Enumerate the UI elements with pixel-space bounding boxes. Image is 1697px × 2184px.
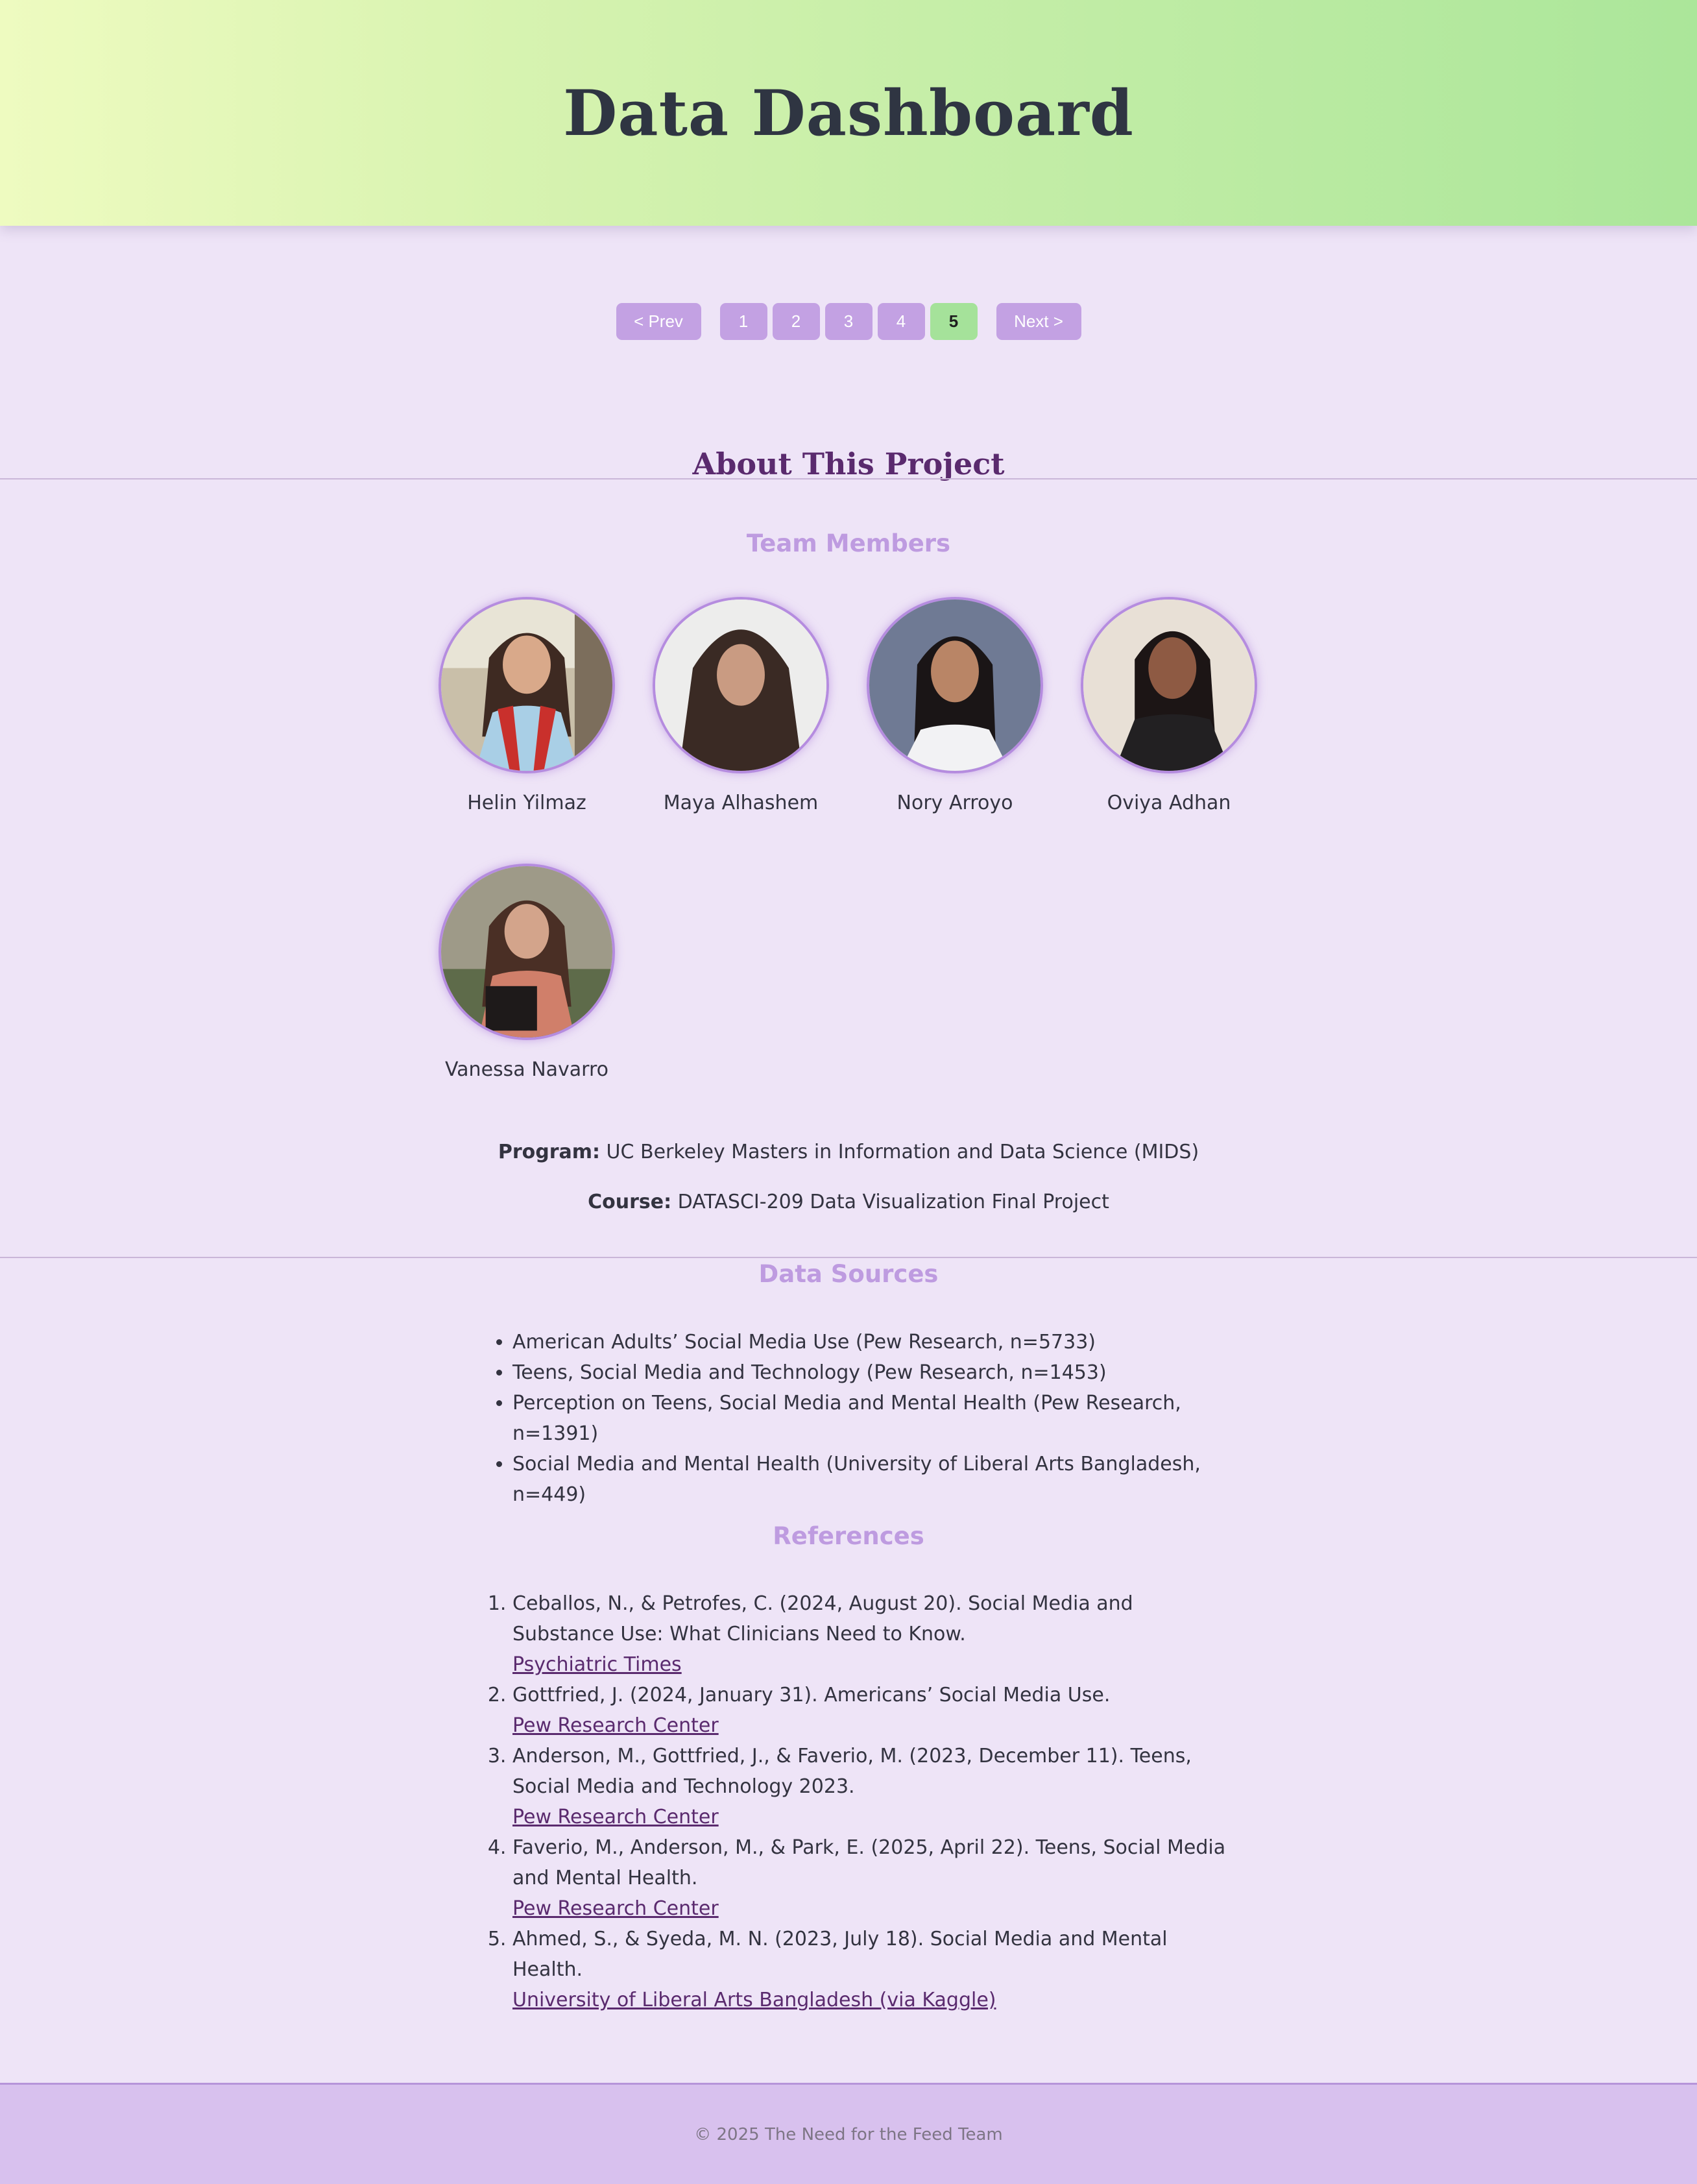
data-sources-list: American Adults’ Social Media Use (Pew R… <box>512 1327 1226 1510</box>
references-list: Ceballos, N., & Petrofes, C. (2024, Augu… <box>512 1588 1226 2015</box>
reference-link[interactable]: Pew Research Center <box>512 1710 719 1741</box>
member-name: Vanessa Navarro <box>444 1058 609 1081</box>
about-heading: About This Project <box>692 446 1005 481</box>
course-line: Course: DATASCI-209 Data Visualization F… <box>0 1191 1697 1213</box>
avatar <box>439 864 615 1040</box>
member-name: Oviya Adhan <box>1107 792 1231 814</box>
team-member-card: Helin Yilmaz <box>420 597 634 814</box>
avatar <box>1081 597 1257 773</box>
program-value: UC Berkeley Masters in Information and D… <box>606 1141 1199 1163</box>
list-item: Social Media and Mental Health (Universi… <box>512 1449 1226 1510</box>
next-page-button[interactable]: Next > <box>996 303 1081 340</box>
reference-text: Anderson, M., Gottfried, J., & Faverio, … <box>512 1745 1192 1798</box>
team-member-card: Nory Arroyo <box>848 597 1062 814</box>
references-heading: References <box>773 1522 924 1550</box>
course-label: Course: <box>588 1191 672 1213</box>
member-name: Maya Alhashem <box>663 792 819 814</box>
list-item: Ceballos, N., & Petrofes, C. (2024, Augu… <box>512 1588 1226 1680</box>
avatar <box>867 597 1043 773</box>
reference-text: Gottfried, J. (2024, January 31). Americ… <box>512 1684 1111 1706</box>
member-name: Nory Arroyo <box>897 792 1013 814</box>
avatar <box>653 597 829 773</box>
list-item: Faverio, M., Anderson, M., & Park, E. (2… <box>512 1832 1226 1924</box>
reference-text: Ahmed, S., & Syeda, M. N. (2023, July 18… <box>512 1928 1168 1981</box>
page-footer: © 2025 The Need for the Feed Team <box>0 2083 1697 2184</box>
team-member-card: Maya Alhashem <box>634 597 848 814</box>
page-title: Data Dashboard <box>563 76 1134 150</box>
list-item: Teens, Social Media and Technology (Pew … <box>512 1357 1226 1388</box>
divider <box>0 1257 1697 1258</box>
list-item: Ahmed, S., & Syeda, M. N. (2023, July 18… <box>512 1924 1226 2015</box>
reference-link[interactable]: Pew Research Center <box>512 1893 719 1924</box>
reference-text: Ceballos, N., & Petrofes, C. (2024, Augu… <box>512 1592 1133 1645</box>
page-header: Data Dashboard <box>0 0 1697 226</box>
team-member-card: Oviya Adhan <box>1062 597 1276 814</box>
reference-link[interactable]: University of Liberal Arts Bangladesh (v… <box>512 1985 996 2015</box>
course-value: DATASCI-209 Data Visualization Final Pro… <box>677 1191 1109 1213</box>
team-member-card: Vanessa Navarro <box>420 864 634 1081</box>
reference-link[interactable]: Psychiatric Times <box>512 1649 682 1680</box>
reference-link[interactable]: Pew Research Center <box>512 1802 719 1832</box>
divider <box>0 478 1697 479</box>
avatar <box>439 597 615 773</box>
page-2-button[interactable]: 2 <box>772 303 820 340</box>
list-item: Gottfried, J. (2024, January 31). Americ… <box>512 1680 1226 1741</box>
page-3-button[interactable]: 3 <box>824 303 873 340</box>
pagination: < Prev 1 2 3 4 5 Next > <box>0 303 1697 340</box>
program-line: Program: UC Berkeley Masters in Informat… <box>0 1141 1697 1163</box>
page-1-button[interactable]: 1 <box>719 303 767 340</box>
footer-text: © 2025 The Need for the Feed Team <box>694 2124 1003 2144</box>
list-item: Anderson, M., Gottfried, J., & Faverio, … <box>512 1741 1226 1832</box>
page-4-button[interactable]: 4 <box>877 303 925 340</box>
page-number-group: 1 2 3 4 5 <box>719 303 978 340</box>
page-5-button[interactable]: 5 <box>930 303 978 340</box>
member-name: Helin Yilmaz <box>467 792 586 814</box>
reference-text: Faverio, M., Anderson, M., & Park, E. (2… <box>512 1836 1226 1889</box>
program-label: Program: <box>498 1141 600 1163</box>
prev-page-button[interactable]: < Prev <box>616 303 701 340</box>
data-sources-heading: Data Sources <box>758 1260 939 1288</box>
list-item: American Adults’ Social Media Use (Pew R… <box>512 1327 1226 1357</box>
list-item: Perception on Teens, Social Media and Me… <box>512 1388 1226 1449</box>
team-members-heading: Team Members <box>746 529 951 557</box>
